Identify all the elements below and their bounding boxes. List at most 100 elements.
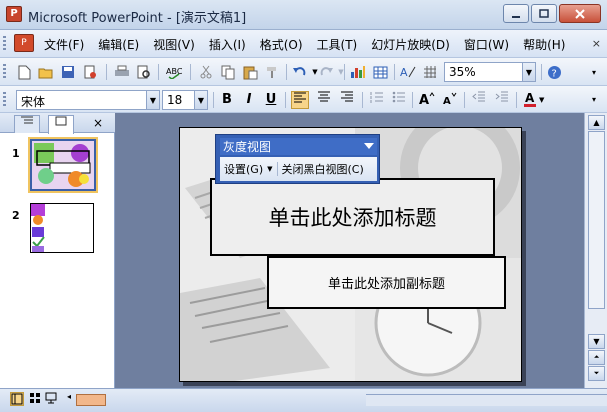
- tab-slides[interactable]: [48, 115, 74, 134]
- slide-thumbnail-1[interactable]: [28, 137, 98, 193]
- increase-font-size-button[interactable]: A: [418, 91, 436, 109]
- maximize-button[interactable]: [531, 4, 557, 23]
- grayscale-settings-button[interactable]: 设置(G): [224, 161, 263, 177]
- document-icon[interactable]: P: [14, 34, 34, 52]
- bullets-button[interactable]: [390, 91, 408, 109]
- decrease-indent-button[interactable]: [470, 91, 488, 109]
- cut-icon[interactable]: [198, 64, 214, 80]
- copy-icon[interactable]: [220, 64, 236, 80]
- vertical-scrollbar[interactable]: ▲ ▼ ⏶ ⏷: [584, 113, 607, 388]
- subtitle-placeholder[interactable]: 单击此处添加副标题: [267, 256, 506, 309]
- slide-show-view-button[interactable]: [44, 392, 58, 406]
- numbering-button[interactable]: [368, 91, 386, 109]
- toolbar-separator: [541, 64, 542, 80]
- open-icon[interactable]: [38, 64, 54, 80]
- scroll-thumb[interactable]: [588, 131, 605, 309]
- font-size-dropdown-icon[interactable]: ▼: [194, 91, 207, 109]
- align-right-icon: [341, 91, 353, 102]
- close-icon: [575, 8, 585, 19]
- title-placeholder[interactable]: 单击此处添加标题: [210, 178, 495, 256]
- menu-format[interactable]: 格式(O): [260, 36, 303, 53]
- menu-insert[interactable]: 插入(I): [209, 36, 246, 53]
- font-size-select[interactable]: 18 ▼: [162, 90, 208, 110]
- italic-button[interactable]: I: [240, 91, 258, 109]
- minimize-icon: [512, 15, 520, 18]
- decrease-indent-icon: [472, 91, 485, 102]
- horizontal-scroll-thumb[interactable]: [76, 394, 106, 406]
- format-painter-icon[interactable]: [264, 64, 280, 80]
- redo-dropdown-icon[interactable]: ▼: [333, 64, 349, 80]
- scroll-left-icon[interactable]: ◂: [62, 392, 76, 406]
- normal-view-button[interactable]: [10, 392, 24, 406]
- toolbar-separator: [213, 92, 214, 108]
- grayscale-mode-value: 灰度视图: [223, 140, 272, 154]
- toolbar-grip[interactable]: [3, 92, 6, 108]
- svg-text:?: ?: [551, 68, 556, 79]
- paste-icon[interactable]: [242, 64, 258, 80]
- settings-dropdown-icon[interactable]: ▼: [267, 165, 272, 173]
- menu-help[interactable]: 帮助(H): [523, 36, 565, 53]
- undo-icon[interactable]: [292, 64, 308, 80]
- show-grid-icon[interactable]: [422, 64, 438, 80]
- tab-outline[interactable]: [14, 115, 40, 133]
- menu-slideshow[interactable]: 幻灯片放映(D): [371, 36, 450, 53]
- next-slide-button[interactable]: ⏷: [588, 366, 605, 381]
- slides-outline-pane: × 1 2: [0, 113, 115, 388]
- increase-indent-button[interactable]: [493, 91, 511, 109]
- toolbar-separator: [412, 92, 413, 108]
- previous-slide-button[interactable]: ⏶: [588, 350, 605, 365]
- outline-icon: [21, 116, 33, 124]
- font-size-value: 18: [167, 93, 183, 107]
- align-right-button[interactable]: [338, 91, 356, 109]
- close-window-button[interactable]: [559, 4, 601, 23]
- font-color-icon: A ▼: [524, 91, 545, 107]
- svg-text:A: A: [525, 91, 535, 105]
- toolbar-options-icon[interactable]: ▾: [586, 64, 602, 80]
- horizontal-scrollbar[interactable]: [366, 394, 607, 406]
- spelling-icon[interactable]: ABC: [166, 64, 182, 80]
- grayscale-mode-select[interactable]: 灰度视图: [220, 138, 377, 155]
- font-dropdown-icon[interactable]: ▼: [146, 91, 159, 109]
- font-color-button[interactable]: A ▼: [522, 91, 548, 109]
- print-icon[interactable]: [114, 64, 130, 80]
- slide-thumbnail-2[interactable]: [30, 203, 94, 253]
- minimize-button[interactable]: [503, 4, 529, 23]
- decrease-font-size-button[interactable]: A: [441, 91, 459, 109]
- menu-bar: P 文件(F) 编辑(E) 视图(V) 插入(I) 格式(O) 工具(T) 幻灯…: [0, 30, 607, 58]
- menu-view[interactable]: 视图(V): [153, 36, 195, 53]
- zoom-select[interactable]: 35% ▼: [444, 62, 536, 82]
- underline-button[interactable]: U: [262, 91, 280, 109]
- print-preview-icon[interactable]: [136, 64, 152, 80]
- expand-all-icon[interactable]: A: [400, 64, 416, 80]
- powerpoint-app-icon[interactable]: P: [6, 6, 22, 22]
- close-grayscale-view-button[interactable]: 关闭黑白视图(C): [282, 161, 364, 177]
- menubar-grip[interactable]: [3, 36, 6, 52]
- save-icon[interactable]: [60, 64, 76, 80]
- toolbar-grip[interactable]: [3, 64, 6, 80]
- menu-edit[interactable]: 编辑(E): [98, 36, 139, 53]
- align-center-button[interactable]: [315, 91, 333, 109]
- new-icon[interactable]: [16, 64, 32, 80]
- scroll-up-button[interactable]: ▲: [588, 115, 605, 130]
- insert-chart-icon[interactable]: [350, 64, 366, 80]
- insert-table-icon[interactable]: [372, 64, 388, 80]
- format-toolbar-options-icon[interactable]: ▾: [586, 91, 602, 107]
- pane-close-button[interactable]: ×: [93, 116, 103, 130]
- doc-close-button[interactable]: ×: [592, 37, 601, 50]
- menu-window[interactable]: 窗口(W): [464, 36, 509, 53]
- redo-icon[interactable]: [318, 64, 334, 80]
- align-left-button[interactable]: [291, 91, 309, 109]
- toolbar-separator: [516, 92, 517, 108]
- align-left-icon: [294, 92, 306, 103]
- font-select[interactable]: 宋体 ▼: [16, 90, 160, 110]
- slide-sorter-view-button[interactable]: [28, 392, 42, 406]
- menu-tools[interactable]: 工具(T): [317, 36, 358, 53]
- bold-button[interactable]: B: [218, 91, 236, 109]
- grayscale-dropdown-icon[interactable]: [364, 143, 374, 149]
- permission-icon[interactable]: [82, 64, 98, 80]
- toolbar-separator: [276, 162, 278, 176]
- help-icon[interactable]: ?: [546, 64, 562, 80]
- scroll-down-button[interactable]: ▼: [588, 334, 605, 349]
- zoom-dropdown-icon[interactable]: ▼: [522, 63, 535, 81]
- menu-file[interactable]: 文件(F): [44, 36, 84, 53]
